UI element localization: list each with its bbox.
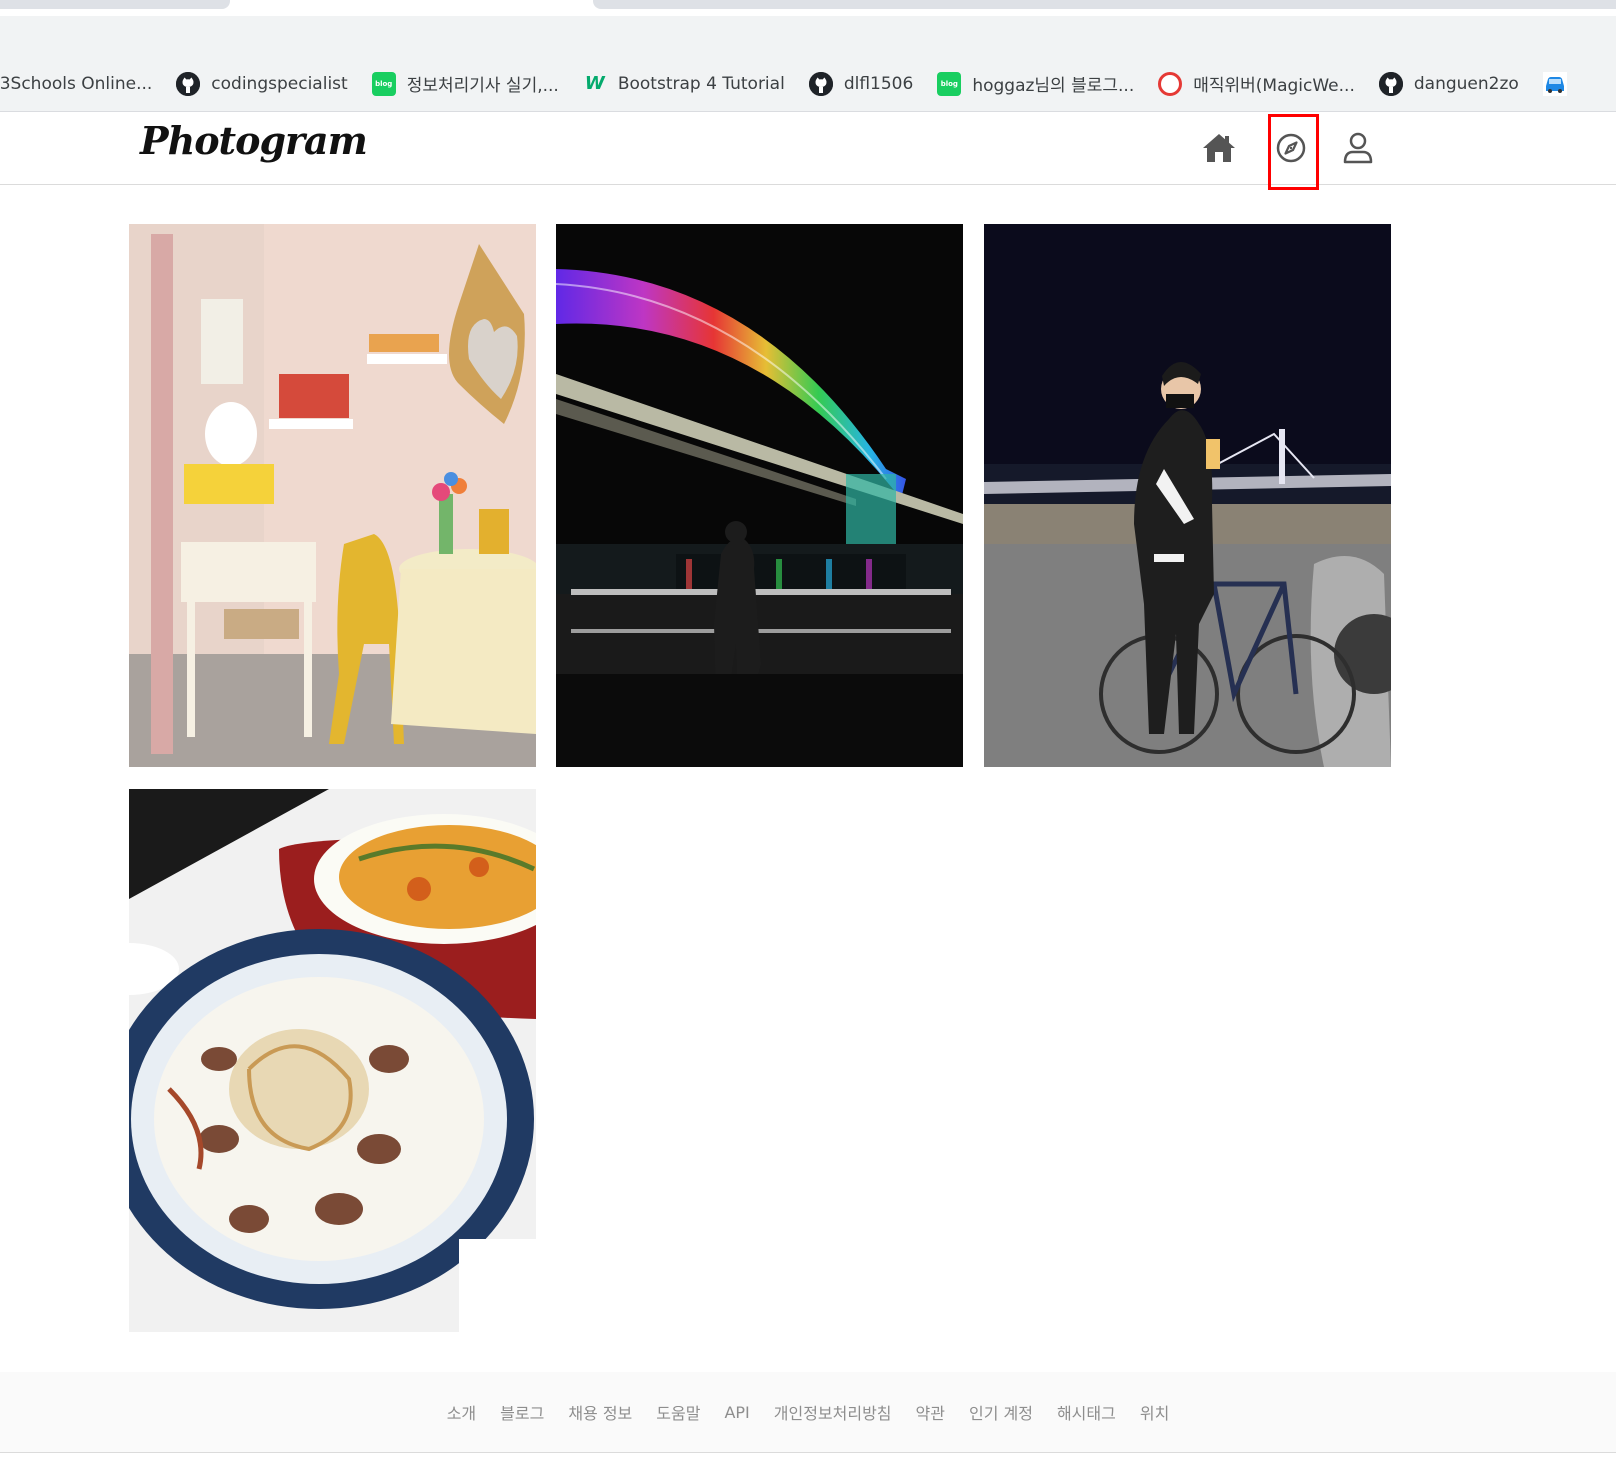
bookmark-blog-2[interactable]: blog hoggaz님의 블로그...	[937, 56, 1134, 111]
bookmark-label: dlfl1506	[843, 73, 914, 94]
naver-blog-icon: blog	[937, 71, 962, 96]
bookmark-label: /3Schools Online...	[0, 73, 153, 94]
explore-image-room[interactable]	[129, 224, 536, 767]
browser-tab[interactable]	[0, 0, 230, 9]
footer-link-terms[interactable]: 약관	[916, 1400, 945, 1424]
footer-link-blog[interactable]: 블로그	[500, 1400, 544, 1424]
github-icon	[808, 71, 833, 96]
magicweaver-icon	[1158, 71, 1183, 96]
bookmark-label: 정보처리기사 실기,...	[406, 76, 559, 96]
bookmark-label: Bootstrap 4 Tutorial	[617, 73, 785, 94]
footer-link-locations[interactable]: 위치	[1140, 1400, 1169, 1424]
footer: 소개 블로그 채용 정보 도움말 API 개인정보처리방침 약관 인기 계정 해…	[0, 1372, 1616, 1453]
bookmark-label: codingspecialist	[211, 73, 348, 94]
bookmark-bootstrap[interactable]: W Bootstrap 4 Tutorial	[583, 56, 785, 111]
naver-blog-icon: blog	[371, 71, 396, 96]
bookmark-codingspecialist[interactable]: codingspecialist	[176, 56, 348, 111]
app-navbar: Photogram	[0, 112, 1616, 185]
app-logo[interactable]: Photogram	[140, 118, 368, 163]
user-icon[interactable]	[1338, 128, 1378, 168]
explore-highlight-box	[1268, 114, 1319, 190]
bookmark-dlfl1506[interactable]: dlfl1506	[808, 56, 914, 111]
bookmark-label: 매직위버(MagicWe...	[1193, 76, 1355, 96]
bookmark-danguen2zo[interactable]: danguen2zo	[1378, 56, 1519, 111]
footer-link-about[interactable]: 소개	[447, 1400, 476, 1424]
browser-tab[interactable]	[593, 0, 1616, 9]
car-icon	[1542, 71, 1567, 96]
footer-link-privacy[interactable]: 개인정보처리방침	[774, 1400, 892, 1424]
bookmark-blog-1[interactable]: blog 정보처리기사 실기,...	[371, 56, 559, 111]
footer-link-top-accounts[interactable]: 인기 계정	[969, 1400, 1033, 1424]
bookmark-magicweaver[interactable]: 매직위버(MagicWe...	[1158, 56, 1355, 111]
bookmark-car[interactable]	[1542, 56, 1578, 111]
github-icon	[176, 71, 201, 96]
github-icon	[1378, 71, 1403, 96]
bookmark-w3schools[interactable]: /3Schools Online...	[0, 56, 152, 111]
footer-link-api[interactable]: API	[724, 1403, 749, 1422]
explore-image-food[interactable]	[129, 789, 536, 1332]
bookmarks-bar: /3Schools Online... codingspecialist blo…	[0, 56, 1616, 112]
home-icon[interactable]	[1199, 128, 1239, 168]
bookmark-label: hoggaz님의 블로그...	[972, 76, 1135, 96]
footer-link-hashtags[interactable]: 해시태그	[1057, 1400, 1116, 1424]
footer-link-jobs[interactable]: 채용 정보	[568, 1400, 632, 1424]
bookmark-label: danguen2zo	[1413, 73, 1519, 94]
browser-toolbar	[0, 16, 1616, 56]
explore-image-bridge[interactable]	[556, 224, 963, 767]
explore-image-bicycle[interactable]	[984, 224, 1391, 767]
footer-link-help[interactable]: 도움말	[656, 1400, 700, 1424]
browser-tab-strip	[0, 0, 1616, 16]
w3schools-icon: W	[584, 73, 605, 94]
